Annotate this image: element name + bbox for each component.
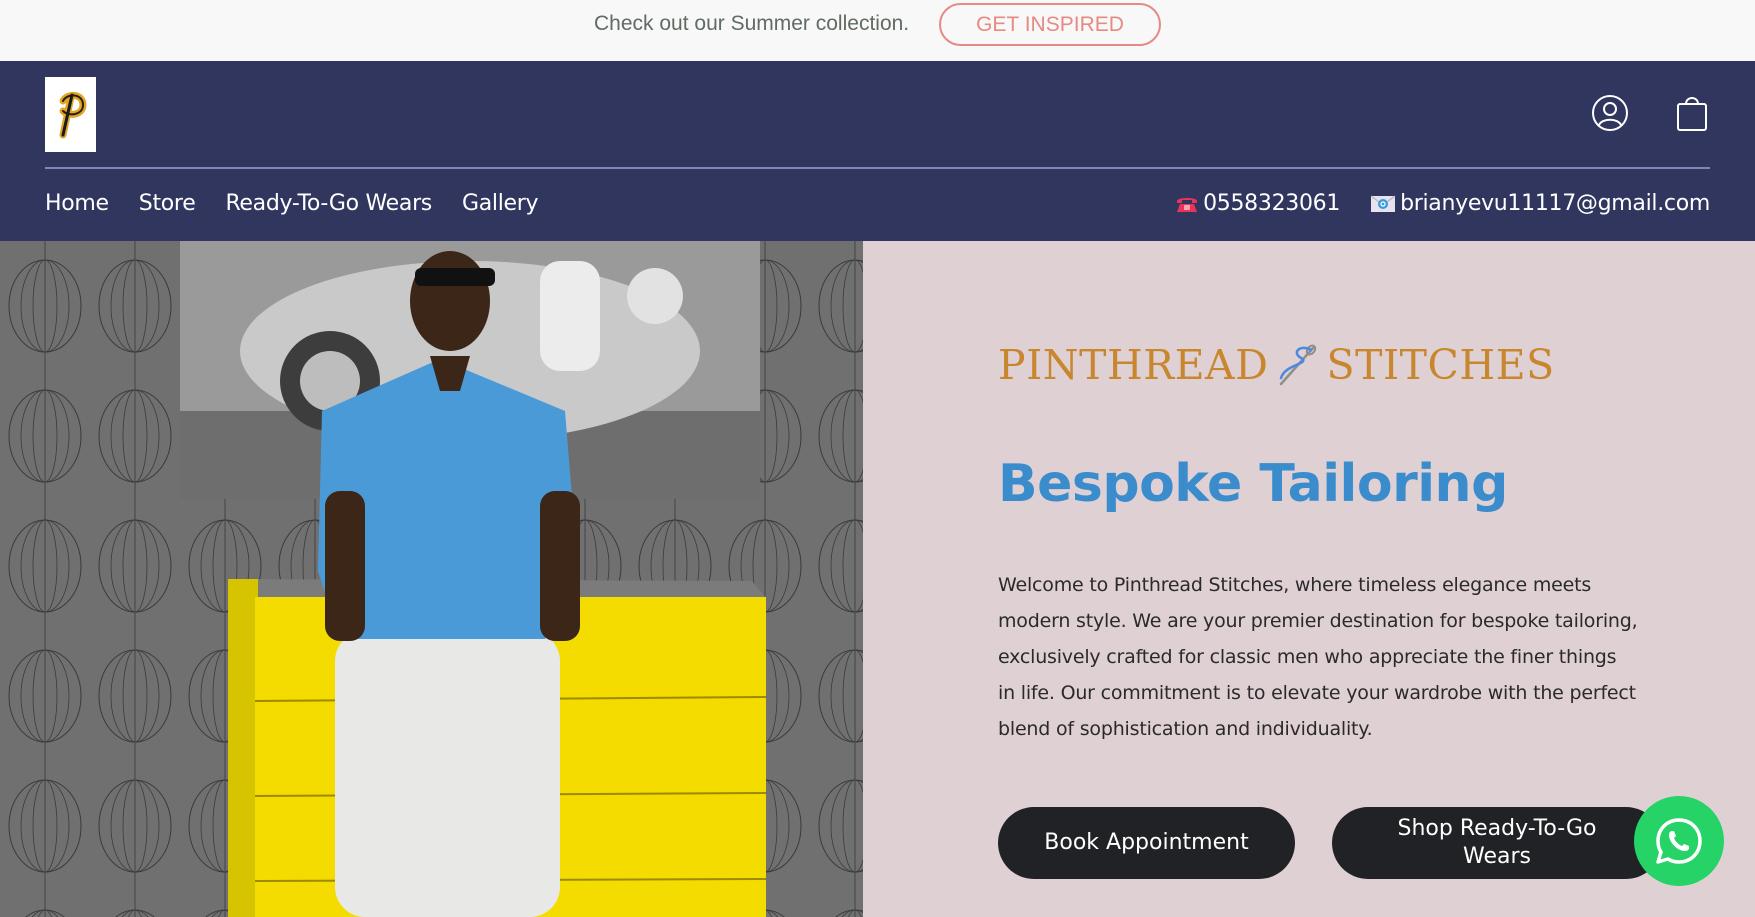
- whatsapp-icon: [1656, 818, 1702, 864]
- hero-headline: Bespoke Tailoring: [998, 454, 1508, 514]
- shop-ready-to-go-button[interactable]: Shop Ready-To-Go Wears: [1332, 807, 1662, 879]
- brand-name-right: STITCHES: [1326, 341, 1555, 389]
- brand-title: PINTHREAD STITCHES: [998, 340, 1555, 390]
- logo[interactable]: [45, 77, 96, 152]
- phone-number: 0558323061: [1203, 191, 1341, 216]
- needle-thread-icon: [1279, 344, 1316, 386]
- account-button[interactable]: [1588, 91, 1632, 135]
- email-address: brianyevu11117@gmail.com: [1400, 191, 1710, 216]
- whatsapp-chat-button[interactable]: [1634, 796, 1724, 886]
- hero-description: Welcome to Pinthread Stitches, where tim…: [998, 574, 1638, 740]
- book-appointment-button[interactable]: Book Appointment: [998, 807, 1295, 879]
- shopping-bag-icon: [1677, 97, 1707, 131]
- email-envelope-icon: [1370, 195, 1396, 212]
- announcement-bar: Check out our Summer collection. GET INS…: [0, 0, 1755, 61]
- contact-info: 0558323061 brianyevu11117@gmail.com: [1175, 188, 1710, 220]
- user-circle-icon: [1592, 95, 1628, 131]
- nav-item-store[interactable]: Store: [139, 188, 196, 220]
- nav-item-gallery[interactable]: Gallery: [462, 188, 539, 220]
- phone-contact[interactable]: 0558323061: [1175, 188, 1340, 220]
- announcement-text: Check out our Summer collection.: [594, 12, 910, 35]
- email-contact[interactable]: brianyevu11117@gmail.com: [1370, 188, 1710, 220]
- telephone-icon: [1177, 198, 1198, 212]
- hero-image: [0, 241, 863, 917]
- cart-button[interactable]: [1670, 91, 1714, 135]
- hero-photo-illustration: [0, 241, 863, 917]
- get-inspired-button[interactable]: GET INSPIRED: [939, 3, 1161, 46]
- header-divider: [45, 167, 1710, 169]
- main-nav: Home Store Ready-To-Go Wears Gallery: [45, 188, 539, 220]
- nav-item-ready-to-go-wears[interactable]: Ready-To-Go Wears: [225, 188, 432, 220]
- logo-p-icon: [59, 91, 87, 138]
- hero-content: PINTHREAD STITCHES Bespoke Tailoring Wel…: [863, 241, 1755, 917]
- brand-name-left: PINTHREAD: [998, 341, 1269, 389]
- nav-item-home[interactable]: Home: [45, 188, 109, 220]
- site-header: Home Store Ready-To-Go Wears Gallery 055…: [0, 61, 1755, 241]
